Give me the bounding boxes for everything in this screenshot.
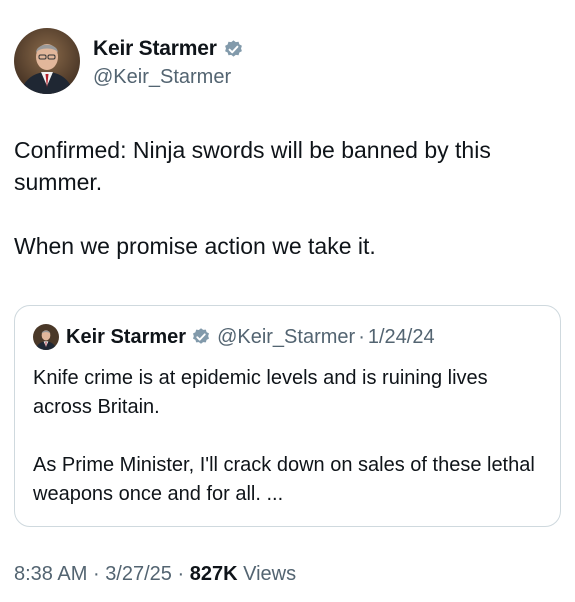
quoted-tweet-header: Keir Starmer @Keir_Starmer · 1/24/24 xyxy=(33,324,435,350)
tweet-text: Confirmed: Ninja swords will be banned b… xyxy=(14,134,564,262)
quoted-tweet-card[interactable]: Keir Starmer @Keir_Starmer · 1/24/24 Kni… xyxy=(14,305,561,527)
separator-dot: · xyxy=(177,563,185,585)
author-display-name[interactable]: Keir Starmer xyxy=(93,37,217,61)
quoted-author-display-name[interactable]: Keir Starmer xyxy=(66,326,186,349)
quoted-paragraph: Knife crime is at epidemic levels and is… xyxy=(33,367,488,418)
verified-badge-icon xyxy=(223,39,244,60)
tweet-meta: 8:38 AM · 3/27/25 · 827K Views xyxy=(14,563,296,586)
quoted-paragraph: As Prime Minister, I'll crack down on sa… xyxy=(33,454,535,505)
separator-dot: · xyxy=(358,325,365,348)
verified-badge-icon xyxy=(191,327,211,347)
tweet-paragraph: When we promise action we take it. xyxy=(14,233,376,259)
views-label: Views xyxy=(243,563,297,585)
author-handle[interactable]: @Keir_Starmer xyxy=(93,66,244,89)
tweet-date[interactable]: 3/27/25 xyxy=(105,563,172,585)
tweet-header: Keir Starmer @Keir_Starmer xyxy=(14,28,244,94)
quoted-author-handle[interactable]: @Keir_Starmer xyxy=(217,326,355,349)
tweet-paragraph: Confirmed: Ninja swords will be banned b… xyxy=(14,137,491,195)
quoted-tweet-date[interactable]: 1/24/24 xyxy=(368,326,435,349)
views-count: 827K xyxy=(189,563,238,585)
author-avatar[interactable] xyxy=(14,28,80,94)
quoted-tweet-text: Knife crime is at epidemic levels and is… xyxy=(33,364,543,509)
separator-dot: · xyxy=(92,563,100,585)
quoted-author-avatar[interactable] xyxy=(33,324,59,350)
tweet-time[interactable]: 8:38 AM xyxy=(14,563,87,585)
